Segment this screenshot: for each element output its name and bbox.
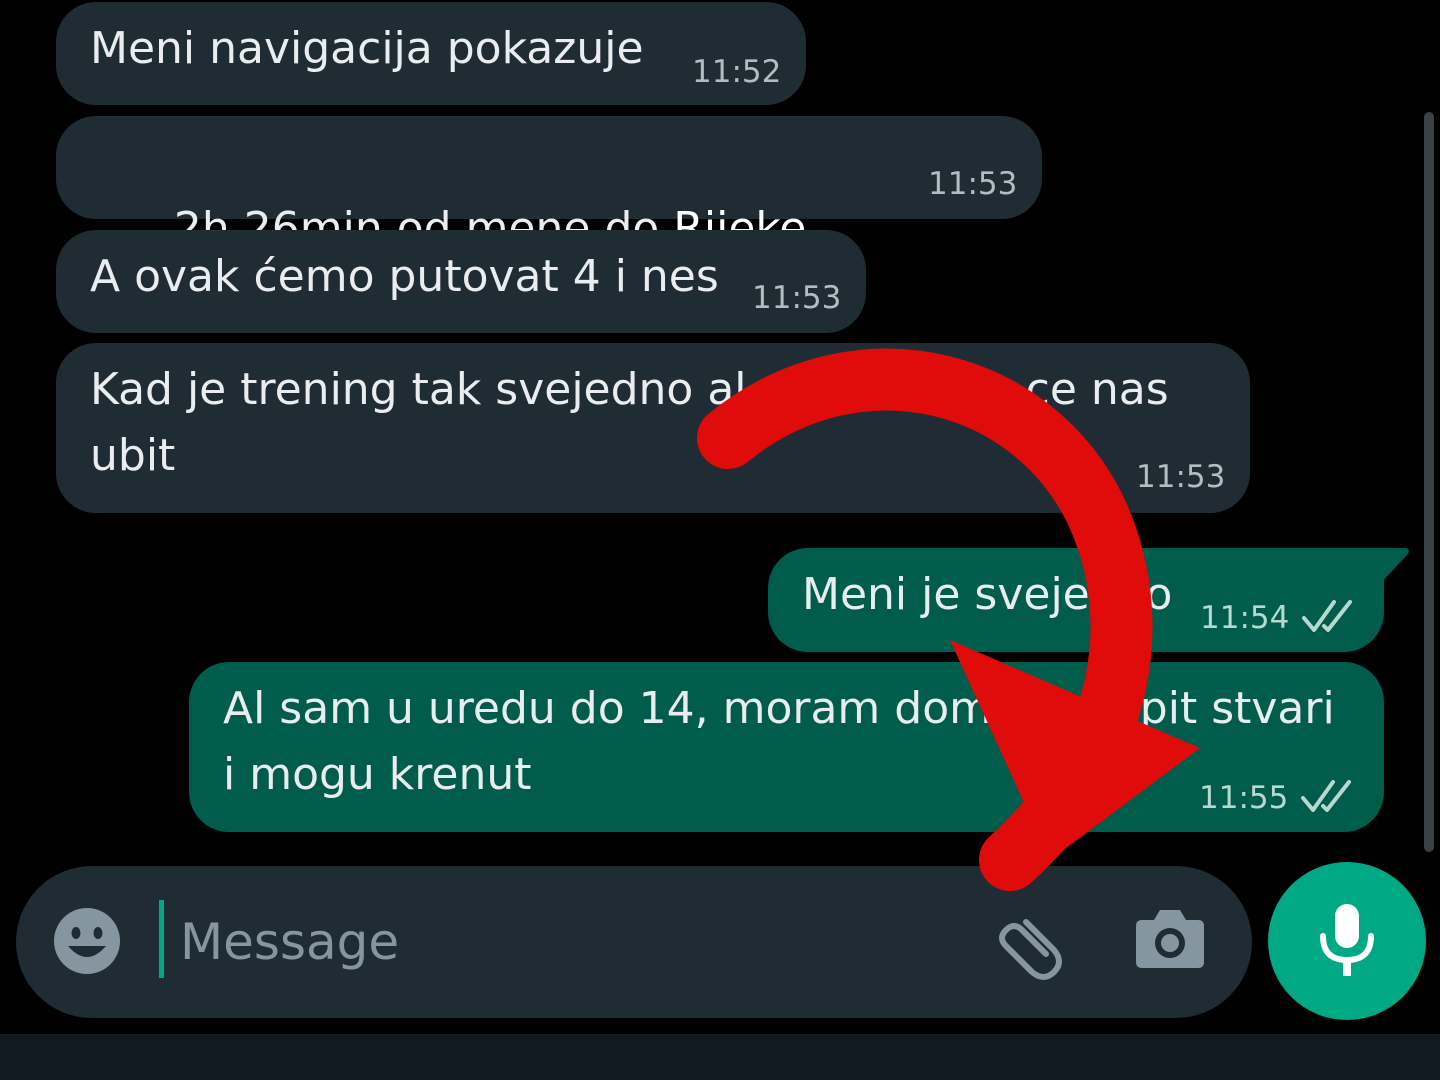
camera-icon[interactable]: [1134, 906, 1206, 970]
text-caret: [159, 900, 164, 978]
message-time: 11:54: [1200, 600, 1290, 636]
message-time: 11:53: [928, 166, 1018, 202]
message-text: A ovak ćemo putovat 4 i nes: [90, 251, 719, 302]
message-text: Kad je trening tak svejedno al prije tak…: [90, 364, 1169, 481]
microphone-button[interactable]: [1268, 862, 1426, 1020]
message-bubble[interactable]: Kad je trening tak svejedno al prije tak…: [56, 343, 1250, 513]
message-bubble-outgoing[interactable]: Meni je svejedno 11:54: [768, 548, 1384, 652]
message-composer: Message: [16, 866, 1252, 1018]
chat-area: Meni navigacija pokazuje 11:52 2h 26min …: [0, 0, 1440, 860]
message-text: Al sam u uredu do 14, moram doma pokupit…: [223, 683, 1335, 800]
system-navigation-bar: [0, 1034, 1440, 1080]
message-input[interactable]: Message: [180, 910, 399, 974]
double-check-icon: [1302, 600, 1352, 632]
message-bubble[interactable]: 2h 26min od mene do Rijeke 11:53: [56, 116, 1042, 254]
bubble-tail: [1380, 548, 1409, 584]
double-check-icon: [1301, 780, 1351, 812]
message-time: 11:55: [1199, 780, 1289, 816]
paperclip-icon[interactable]: [986, 902, 1066, 982]
emoji-icon[interactable]: [52, 906, 122, 976]
message-bubble[interactable]: A ovak ćemo putovat 4 i nes 11:53: [56, 230, 866, 333]
message-bubble-outgoing[interactable]: Al sam u uredu do 14, moram doma pokupit…: [189, 662, 1384, 832]
message-time: 11:53: [752, 280, 842, 316]
message-time: 11:52: [692, 54, 782, 90]
message-bubble[interactable]: Meni navigacija pokazuje 11:52: [56, 2, 806, 105]
scrollbar[interactable]: [1424, 112, 1434, 852]
message-text: Meni navigacija pokazuje: [90, 23, 644, 74]
microphone-icon: [1320, 904, 1374, 976]
message-time: 11:53: [1136, 459, 1226, 495]
